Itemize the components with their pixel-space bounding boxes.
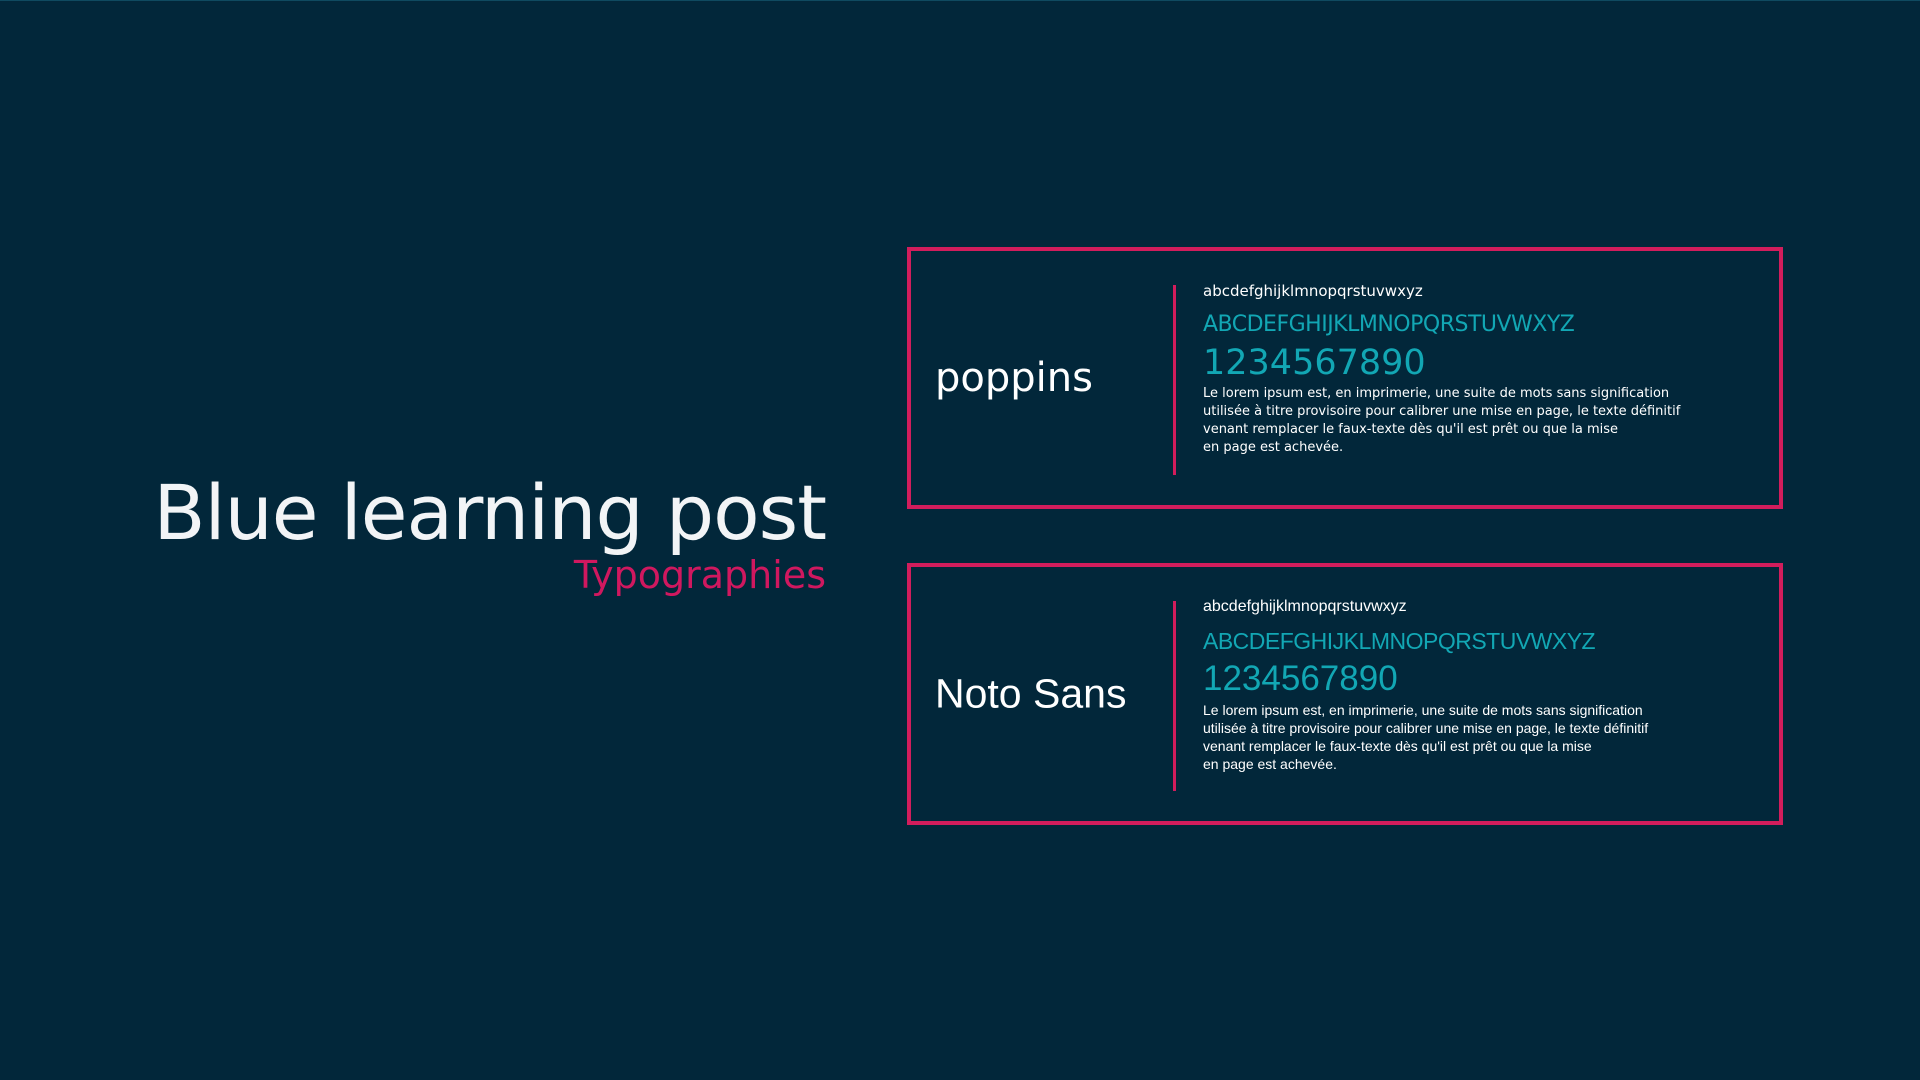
sample-line: en page est achevée.: [1203, 756, 1337, 772]
uppercase-specimen: ABCDEFGHIJKLMNOPQRSTUVWXYZ: [1203, 628, 1596, 654]
card-divider: [1173, 285, 1176, 475]
lowercase-specimen: abcdefghijklmnopqrstuvwxyz: [1203, 598, 1407, 615]
title-block: Blue learning post Typographies: [100, 468, 827, 598]
sample-line: utilisée à titre provisoire pour calibre…: [1203, 404, 1681, 419]
digits-specimen: 1234567890: [1203, 343, 1426, 383]
font-specimen: abcdefghijklmnopqrstuvwxyz ABCDEFGHIJKLM…: [1203, 281, 1743, 457]
page-subtitle: Typographies: [573, 553, 826, 597]
card-divider: [1173, 601, 1176, 791]
font-card-poppins: poppins abcdefghijklmnopqrstuvwxyz ABCDE…: [907, 247, 1783, 509]
sample-paragraph: Le lorem ipsum est, en imprimerie, une s…: [1203, 385, 1743, 457]
sample-line: en page est achevée.: [1203, 440, 1344, 455]
font-specimen: abcdefghijklmnopqrstuvwxyz ABCDEFGHIJKLM…: [1203, 597, 1743, 773]
sample-line: Le lorem ipsum est, en imprimerie, une s…: [1203, 386, 1670, 401]
top-border-line: [0, 0, 1920, 1]
sample-line: utilisée à titre provisoire pour calibre…: [1203, 720, 1649, 736]
lowercase-specimen: abcdefghijklmnopqrstuvwxyz: [1203, 282, 1423, 300]
digits-specimen: 1234567890: [1203, 659, 1398, 698]
uppercase-specimen: ABCDEFGHIJKLMNOPQRSTUVWXYZ: [1203, 312, 1575, 337]
font-name-label: Noto Sans: [935, 670, 1127, 717]
sample-line: venant remplacer le faux-texte dès qu'il…: [1203, 738, 1592, 754]
sample-line: venant remplacer le faux-texte dès qu'il…: [1203, 422, 1619, 437]
font-name-label: poppins: [935, 355, 1093, 401]
sample-line: Le lorem ipsum est, en imprimerie, une s…: [1203, 702, 1643, 718]
sample-paragraph: Le lorem ipsum est, en imprimerie, une s…: [1203, 701, 1743, 773]
page-title: Blue learning post: [153, 468, 827, 557]
font-card-noto-sans: Noto Sans abcdefghijklmnopqrstuvwxyz ABC…: [907, 563, 1783, 825]
